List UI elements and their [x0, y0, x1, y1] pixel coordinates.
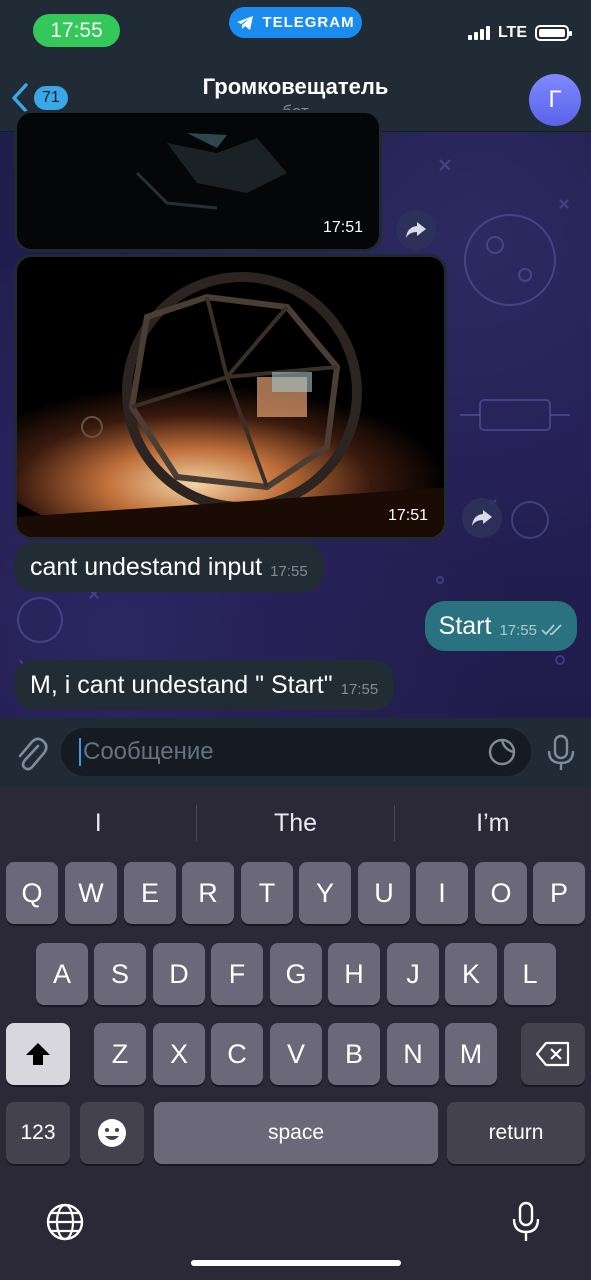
message-input-bar: Сообщение	[0, 718, 591, 786]
microphone-icon[interactable]	[545, 733, 577, 773]
status-bar: 17:55 TELEGRAM LTE	[0, 0, 591, 60]
avatar-letter: Г	[548, 86, 562, 113]
status-time: 17:55	[33, 14, 120, 47]
key[interactable]: T	[241, 862, 293, 924]
photo-image	[17, 257, 444, 537]
key[interactable]: Q	[6, 862, 58, 924]
key[interactable]: U	[358, 862, 410, 924]
share-arrow-icon	[406, 222, 426, 238]
status-indicators: LTE	[467, 24, 572, 42]
keyboard: I The I’m Q W E R T Y U I O P A S D F G …	[0, 786, 591, 1280]
shift-arrow-icon	[26, 1043, 50, 1065]
key[interactable]: Z	[94, 1023, 146, 1085]
key[interactable]: V	[270, 1023, 322, 1085]
emoji-icon	[98, 1119, 126, 1147]
numbers-key[interactable]: 123	[6, 1102, 70, 1164]
text-caret	[79, 738, 81, 766]
backspace-key[interactable]	[521, 1023, 585, 1085]
photo-message[interactable]: 17:51	[14, 254, 447, 540]
key[interactable]: I	[416, 862, 468, 924]
photo-time: 17:51	[322, 219, 363, 236]
network-type: LTE	[497, 24, 527, 41]
incoming-message[interactable]: M, i cant undestand " Start" 17:55	[14, 660, 395, 710]
battery-icon	[535, 25, 572, 41]
key[interactable]: Y	[299, 862, 351, 924]
key[interactable]: P	[533, 862, 585, 924]
paperclip-icon[interactable]	[14, 734, 48, 772]
message-input-placeholder: Сообщение	[83, 738, 214, 765]
avatar[interactable]: Г	[529, 74, 581, 126]
share-arrow-icon	[472, 510, 492, 526]
suggestion-bar: I The I’m	[0, 786, 591, 860]
message-time: 17:55	[499, 621, 537, 639]
sticker-icon[interactable]	[487, 737, 517, 767]
key[interactable]: D	[153, 943, 205, 1005]
photo-message[interactable]: 17:51	[14, 110, 382, 252]
message-text: cant undestand input	[30, 552, 263, 581]
emoji-key[interactable]	[80, 1102, 144, 1164]
key[interactable]: W	[65, 862, 117, 924]
key[interactable]: M	[445, 1023, 497, 1085]
key[interactable]: N	[387, 1023, 439, 1085]
telegram-pill-label: TELEGRAM	[262, 14, 355, 31]
key[interactable]: R	[182, 862, 234, 924]
suggestion-item[interactable]: The	[197, 809, 393, 838]
telegram-plane-icon	[237, 15, 254, 30]
key[interactable]: G	[270, 943, 322, 1005]
message-time: 17:55	[340, 680, 379, 698]
telegram-pill[interactable]: TELEGRAM	[229, 7, 362, 38]
message-time: 17:55	[270, 562, 308, 580]
key[interactable]: B	[328, 1023, 380, 1085]
share-button[interactable]	[462, 498, 502, 538]
chat-title: Громковещатель	[202, 74, 389, 99]
photo-time: 17:51	[387, 507, 428, 524]
shift-key[interactable]	[6, 1023, 70, 1085]
globe-icon[interactable]	[45, 1202, 85, 1242]
key[interactable]: X	[153, 1023, 205, 1085]
key[interactable]: K	[445, 943, 497, 1005]
key[interactable]: E	[124, 862, 176, 924]
key[interactable]: H	[328, 943, 380, 1005]
share-button[interactable]	[396, 210, 436, 250]
outgoing-message[interactable]: Start 17:55	[424, 601, 577, 651]
message-input[interactable]: Сообщение	[61, 728, 531, 776]
double-check-icon	[541, 624, 562, 636]
backspace-icon	[536, 1041, 570, 1067]
suggestion-item[interactable]: I’m	[395, 809, 591, 838]
message-text: Start	[438, 611, 492, 640]
key[interactable]: O	[475, 862, 527, 924]
key[interactable]: F	[211, 943, 263, 1005]
signal-icon	[467, 26, 490, 40]
key[interactable]: L	[504, 943, 556, 1005]
key[interactable]: C	[211, 1023, 263, 1085]
key[interactable]: J	[387, 943, 439, 1005]
home-indicator[interactable]	[191, 1260, 401, 1266]
incoming-message[interactable]: cant undestand input 17:55	[14, 542, 324, 592]
dictation-microphone-icon[interactable]	[510, 1200, 542, 1244]
suggestion-item[interactable]: I	[0, 809, 196, 838]
message-meta: 17:55	[499, 622, 563, 639]
message-text: M, i cant undestand " Start"	[30, 670, 333, 699]
key[interactable]: A	[36, 943, 88, 1005]
space-key[interactable]: space	[154, 1102, 438, 1164]
key[interactable]: S	[94, 943, 146, 1005]
return-key[interactable]: return	[447, 1102, 585, 1164]
